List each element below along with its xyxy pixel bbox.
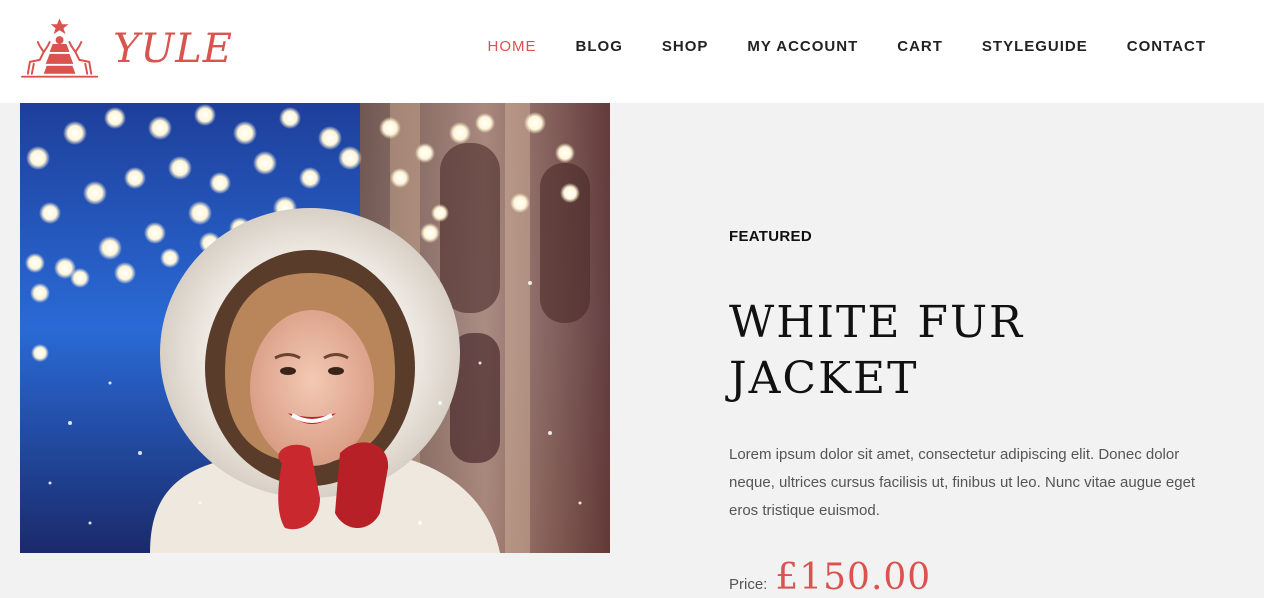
site-logo[interactable]: YULE — [18, 16, 233, 80]
site-header: YULE HOME BLOG SHOP MY ACCOUNT CART STYL… — [0, 0, 1264, 103]
price-label: Price: — [729, 576, 768, 593]
product-details: FEATURED WHITE FUR JACKET Lorem ipsum do… — [729, 220, 1229, 598]
product-description: Lorem ipsum dolor sit amet, consectetur … — [729, 446, 1196, 519]
nav-item-styleguide[interactable]: STYLEGUIDE — [982, 38, 1088, 55]
reindeer-tree-logo-icon — [20, 18, 99, 78]
woman-in-white-fur-hood-photo — [20, 103, 610, 553]
price-row: Price: £150.00 — [729, 557, 1229, 598]
brand-name: YULE — [113, 26, 233, 72]
price-value: £150.00 — [775, 557, 932, 598]
nav-item-cart[interactable]: CART — [897, 38, 943, 55]
nav-item-blog[interactable]: BLOG — [576, 38, 623, 55]
featured-label: FEATURED — [729, 228, 812, 245]
nav-item-home[interactable]: HOME — [488, 38, 537, 55]
nav-item-shop[interactable]: SHOP — [662, 38, 709, 55]
nav-item-contact[interactable]: CONTACT — [1127, 38, 1206, 55]
featured-product-image[interactable] — [20, 103, 610, 553]
main-nav: HOME BLOG SHOP MY ACCOUNT CART STYLEGUID… — [449, 38, 1206, 55]
product-title: WHITE FUR JACKET — [729, 297, 1025, 404]
nav-item-my-account[interactable]: MY ACCOUNT — [747, 38, 858, 55]
